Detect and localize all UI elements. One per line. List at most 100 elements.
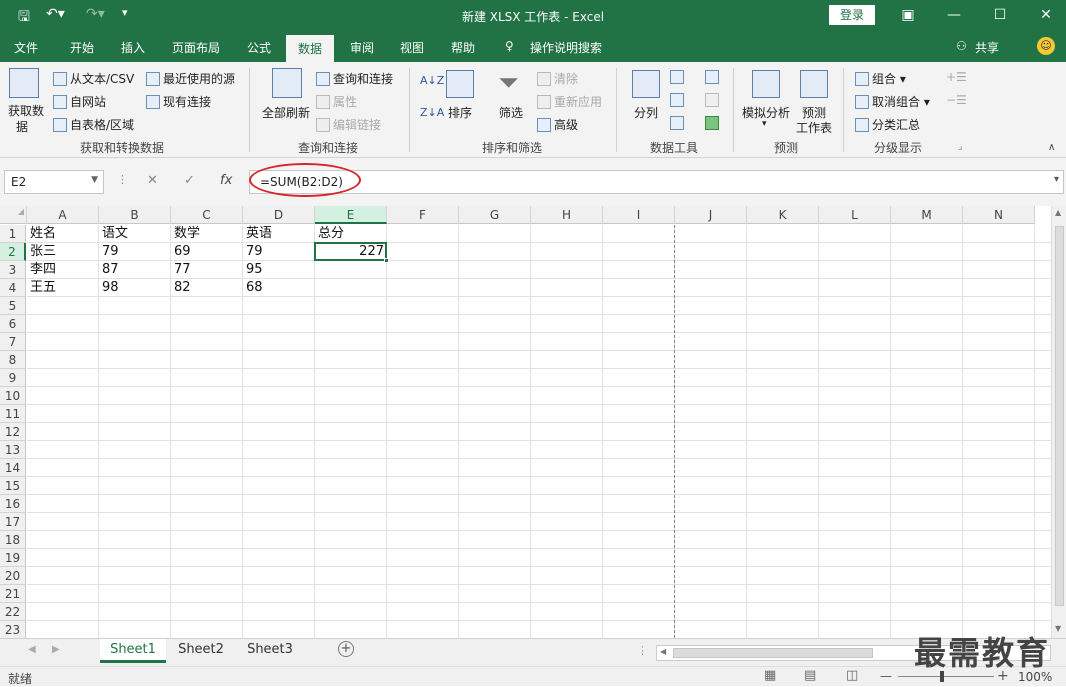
get-data-button[interactable]: 获取数 <box>8 102 44 119</box>
dialog-launcher-icon[interactable]: ⌟ <box>958 142 962 152</box>
cell-b2[interactable]: 79 <box>99 243 171 261</box>
zoom-out-button[interactable]: — <box>880 669 892 683</box>
row-header-6[interactable]: 6 <box>0 315 26 333</box>
row-header-14[interactable]: 14 <box>0 459 26 477</box>
tab-insert[interactable]: 插入 <box>121 39 145 56</box>
row-header-21[interactable]: 21 <box>0 585 26 603</box>
minimize-button[interactable]: — <box>939 4 969 26</box>
cell-a4[interactable]: 王五 <box>27 279 99 297</box>
cell-a2[interactable]: 张三 <box>27 243 99 261</box>
collapse-ribbon-icon[interactable]: ∧ <box>1048 142 1055 153</box>
cell-d2[interactable]: 79 <box>243 243 315 261</box>
enter-icon[interactable]: ✓ <box>184 173 195 188</box>
cell-b1[interactable]: 语文 <box>99 225 171 243</box>
remove-duplicates-icon[interactable] <box>670 93 684 107</box>
share-button[interactable]: 共享 <box>975 39 999 56</box>
row-header-22[interactable]: 22 <box>0 603 26 621</box>
from-web-button[interactable]: 自网站 <box>53 93 106 110</box>
cancel-icon[interactable]: ✕ <box>147 173 158 188</box>
properties-button[interactable]: 属性 <box>316 93 357 110</box>
column-header-k[interactable]: K <box>747 206 819 224</box>
row-header-20[interactable]: 20 <box>0 567 26 585</box>
maximize-button[interactable]: ☐ <box>985 4 1015 26</box>
hide-detail-icon[interactable]: −☰ <box>946 93 967 107</box>
from-csv-button[interactable]: 从文本/CSV <box>53 70 134 87</box>
column-header-b[interactable]: B <box>99 206 171 224</box>
reapply-button[interactable]: 重新应用 <box>537 93 602 110</box>
row-header-2[interactable]: 2 <box>0 243 26 261</box>
prev-sheet-icon[interactable]: ◀ <box>28 644 36 655</box>
row-header-23[interactable]: 23 <box>0 621 26 639</box>
column-header-g[interactable]: G <box>459 206 531 224</box>
spreadsheet-grid[interactable]: ◢ ABCDEFGHIJKLMN 1 2 3 4 5 6 7 8 9 10 11 12 13 14 15 16… <box>0 206 1066 639</box>
zoom-slider-track[interactable] <box>898 676 994 677</box>
advanced-button[interactable]: 高级 <box>537 116 578 133</box>
cell-b4[interactable]: 98 <box>99 279 171 297</box>
relationships-icon[interactable] <box>705 93 719 107</box>
tab-review[interactable]: 审阅 <box>350 39 374 56</box>
row-header-13[interactable]: 13 <box>0 441 26 459</box>
column-header-m[interactable]: M <box>891 206 963 224</box>
scroll-left-icon[interactable]: ◀ <box>660 647 666 656</box>
cell-e1[interactable]: 总分 <box>315 225 387 243</box>
column-header-c[interactable]: C <box>171 206 243 224</box>
column-header-n[interactable]: N <box>963 206 1035 224</box>
row-header-19[interactable]: 19 <box>0 549 26 567</box>
column-header-j[interactable]: J <box>675 206 747 224</box>
tab-data[interactable]: 数据 <box>286 35 335 62</box>
cell-c3[interactable]: 77 <box>171 261 243 279</box>
filter-button[interactable]: 筛选 <box>499 104 523 121</box>
group-button[interactable]: 组合 ▾ <box>855 70 906 87</box>
column-header-a[interactable]: A <box>27 206 99 224</box>
row-header-4[interactable]: 4 <box>0 279 26 297</box>
cell-c2[interactable]: 69 <box>171 243 243 261</box>
row-header-15[interactable]: 15 <box>0 477 26 495</box>
tab-home[interactable]: 开始 <box>70 39 94 56</box>
formula-input[interactable]: =SUM(B2:D2) ▾ <box>249 170 1064 194</box>
selected-cell-e2[interactable] <box>314 242 389 263</box>
login-button[interactable]: 登录 <box>829 5 875 25</box>
cell-d1[interactable]: 英语 <box>243 225 315 243</box>
text-to-columns-button[interactable]: 分列 <box>634 104 658 121</box>
cell-d4[interactable]: 68 <box>243 279 315 297</box>
column-header-h[interactable]: H <box>531 206 603 224</box>
flash-fill-icon[interactable] <box>670 70 684 84</box>
row-header-11[interactable]: 11 <box>0 405 26 423</box>
sheet-tab-1[interactable]: Sheet1 <box>100 639 166 663</box>
tab-file[interactable]: 文件 <box>14 39 38 56</box>
recent-sources-button[interactable]: 最近使用的源 <box>146 70 235 87</box>
scrollbar-thumb[interactable] <box>1055 226 1064 606</box>
cell-d3[interactable]: 95 <box>243 261 315 279</box>
queries-connections-button[interactable]: 查询和连接 <box>316 70 393 87</box>
fill-handle[interactable] <box>384 258 389 263</box>
data-validation-icon[interactable] <box>670 116 684 130</box>
add-sheet-icon[interactable]: + <box>338 641 354 657</box>
sheet-tab-3[interactable]: Sheet3 <box>237 639 303 663</box>
tab-split-icon[interactable]: ⋮ <box>637 644 648 657</box>
next-sheet-icon[interactable]: ▶ <box>52 644 60 655</box>
row-header-12[interactable]: 12 <box>0 423 26 441</box>
row-header-18[interactable]: 18 <box>0 531 26 549</box>
column-header-f[interactable]: F <box>387 206 459 224</box>
column-header-d[interactable]: D <box>243 206 315 224</box>
cell-a3[interactable]: 李四 <box>27 261 99 279</box>
row-header-7[interactable]: 7 <box>0 333 26 351</box>
row-header-1[interactable]: 1 <box>0 225 26 243</box>
scroll-down-icon[interactable]: ▼ <box>1055 624 1061 633</box>
normal-view-icon[interactable]: ▦ <box>764 668 776 683</box>
sheet-tab-2[interactable]: Sheet2 <box>168 639 234 663</box>
tab-help[interactable]: 帮助 <box>451 39 475 56</box>
subtotal-button[interactable]: 分类汇总 <box>855 116 920 133</box>
row-header-16[interactable]: 16 <box>0 495 26 513</box>
column-header-l[interactable]: L <box>819 206 891 224</box>
edit-links-button[interactable]: 编辑链接 <box>316 116 381 133</box>
cell-b3[interactable]: 87 <box>99 261 171 279</box>
tell-me-search[interactable]: 操作说明搜索 <box>530 39 602 56</box>
from-table-button[interactable]: 自表格/区域 <box>53 116 134 133</box>
vertical-scrollbar[interactable]: ▲ ▼ <box>1051 206 1066 638</box>
data-model-icon[interactable] <box>705 116 719 130</box>
page-break-view-icon[interactable]: ◫ <box>846 668 858 683</box>
consolidate-icon[interactable] <box>705 70 719 84</box>
scroll-up-icon[interactable]: ▲ <box>1055 208 1061 217</box>
tab-view[interactable]: 视图 <box>400 39 424 56</box>
